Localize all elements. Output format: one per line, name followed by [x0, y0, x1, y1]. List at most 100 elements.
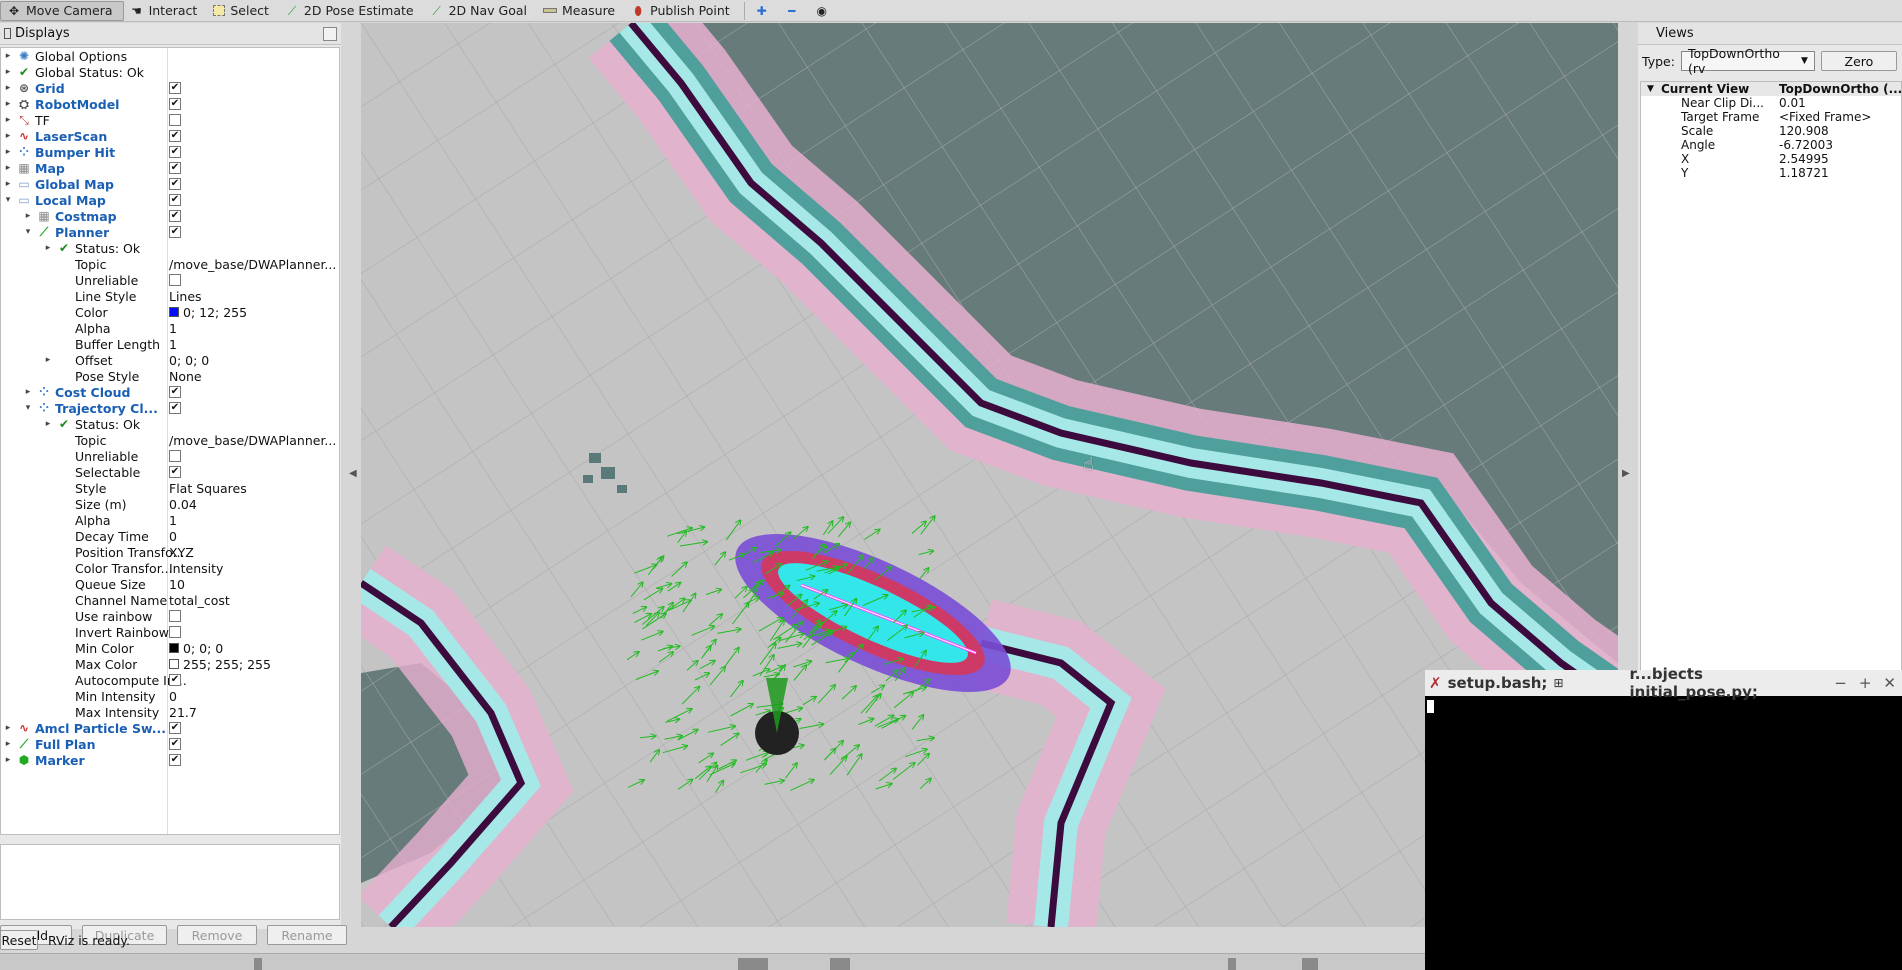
view-type-select[interactable]: TopDownOrtho (rv ▼ — [1680, 46, 1815, 76]
color-swatch[interactable] — [169, 307, 179, 317]
row-value[interactable]: 21.7 — [169, 705, 335, 720]
enable-checkbox[interactable]: ✔ — [169, 178, 181, 190]
enable-checkbox[interactable] — [169, 274, 181, 286]
expand-arrow-icon[interactable]: ▸ — [3, 83, 13, 93]
property-row[interactable]: Min Color 0; 0; 0 — [1, 640, 339, 656]
row-value[interactable]: ✔ — [169, 146, 335, 158]
row-value[interactable]: Lines — [169, 289, 335, 304]
expand-arrow-icon[interactable]: ▸ — [3, 131, 13, 141]
prop-value[interactable]: 2.54995 — [1779, 152, 1829, 166]
display-item[interactable]: ▸ ⬢ Marker ✔ — [1, 752, 339, 768]
left-splitter-arrow-icon[interactable]: ◀ — [349, 468, 357, 479]
view-prop-row[interactable]: Y 1.18721 — [1641, 166, 1901, 180]
enable-checkbox[interactable]: ✔ — [169, 82, 181, 94]
expand-arrow-icon[interactable]: ▸ — [3, 179, 13, 189]
move-camera-tool[interactable]: ✥ Move Camera — [0, 0, 124, 21]
row-value[interactable]: ✔ — [169, 674, 335, 686]
display-item[interactable]: ▸ ⛭ RobotModel ✔ — [1, 96, 339, 112]
view-menu-button[interactable]: ◉ — [809, 1, 839, 21]
row-value[interactable]: Intensity — [169, 561, 335, 576]
property-row[interactable]: ▸ ⤡ TF — [1, 112, 339, 128]
row-value[interactable]: Flat Squares — [169, 481, 335, 496]
property-row[interactable]: Max Color 255; 255; 255 — [1, 656, 339, 672]
expand-arrow-icon[interactable]: ▸ — [3, 51, 13, 61]
property-row[interactable]: Alpha 1 — [1, 320, 339, 336]
row-value[interactable]: ✔ — [169, 754, 335, 766]
prop-value[interactable]: <Fixed Frame> — [1779, 110, 1871, 124]
row-value[interactable]: XYZ — [169, 545, 335, 560]
row-value[interactable]: ✔ — [169, 82, 335, 94]
enable-checkbox[interactable]: ✔ — [169, 98, 181, 110]
property-row[interactable]: ▸ ✔ Status: Ok — [1, 416, 339, 432]
row-value[interactable]: ✔ — [169, 402, 335, 414]
enable-checkbox[interactable]: ✔ — [169, 162, 181, 174]
display-item[interactable]: ▸ ∿ Amcl Particle Sw... ✔ — [1, 720, 339, 736]
display-item[interactable]: ▸ ⁘ Bumper Hit ✔ — [1, 144, 339, 160]
row-value[interactable]: ✔ — [169, 130, 335, 142]
display-item[interactable]: ▸ ⁘ Cost Cloud ✔ — [1, 384, 339, 400]
view-prop-row[interactable]: X 2.54995 — [1641, 152, 1901, 166]
row-value[interactable]: ✔ — [169, 386, 335, 398]
remove-tool-button[interactable]: ━ — [779, 1, 809, 21]
enable-checkbox[interactable] — [169, 114, 181, 126]
row-value[interactable]: None — [169, 369, 335, 384]
property-row[interactable]: Min Intensity 0 — [1, 688, 339, 704]
property-row[interactable]: Color 0; 12; 255 — [1, 304, 339, 320]
enable-checkbox[interactable]: ✔ — [169, 210, 181, 222]
row-value[interactable]: ✔ — [169, 226, 335, 238]
terminal-title-bar[interactable]: ✗ setup.bash; ⊞ r...bjects initial_pose.… — [1425, 665, 1902, 701]
row-value[interactable]: ✔ — [169, 178, 335, 190]
property-row[interactable]: Unreliable — [1, 448, 339, 464]
prop-value[interactable]: 1.18721 — [1779, 166, 1829, 180]
property-row[interactable]: Unreliable — [1, 272, 339, 288]
expand-arrow-icon[interactable]: ▸ — [43, 243, 53, 253]
expand-arrow-icon[interactable]: ▸ — [3, 99, 13, 109]
property-row[interactable]: Color Transfor... Intensity — [1, 560, 339, 576]
row-value[interactable]: 1 — [169, 513, 335, 528]
view-prop-row[interactable]: Angle -6.72003 — [1641, 138, 1901, 152]
expand-arrow-icon[interactable]: ▸ — [3, 163, 13, 173]
right-splitter-arrow-icon[interactable]: ▶ — [1622, 468, 1630, 479]
current-view-row[interactable]: ▼ Current View TopDownOrtho (... — [1641, 82, 1902, 96]
enable-checkbox[interactable]: ✔ — [169, 386, 181, 398]
enable-checkbox[interactable]: ✔ — [169, 738, 181, 750]
view-prop-row[interactable]: Near Clip Di... 0.01 — [1641, 96, 1901, 110]
views-tree[interactable]: ▼ Current View TopDownOrtho (... Near Cl… — [1640, 81, 1902, 671]
measure-tool[interactable]: Measure — [537, 1, 625, 21]
collapse-arrow-icon[interactable]: ▾ — [23, 227, 33, 237]
enable-checkbox[interactable]: ✔ — [169, 146, 181, 158]
property-row[interactable]: Queue Size 10 — [1, 576, 339, 592]
publish-point-tool[interactable]: ⬮ Publish Point — [625, 1, 740, 21]
property-row[interactable]: Pose Style None — [1, 368, 339, 384]
display-item[interactable]: ▾ ⟋ Planner ✔ — [1, 224, 339, 240]
expand-arrow-icon[interactable]: ▸ — [43, 419, 53, 429]
prop-value[interactable]: 120.908 — [1779, 124, 1829, 138]
color-swatch[interactable] — [169, 659, 179, 669]
property-row[interactable]: Topic/move_base/DWAPlanner... — [1, 256, 339, 272]
display-item[interactable]: ▸ ⟋ Full Plan ✔ — [1, 736, 339, 752]
row-value[interactable]: ✔ — [169, 162, 335, 174]
nav-goal-tool[interactable]: ⟋ 2D Nav Goal — [424, 1, 537, 21]
row-value[interactable] — [169, 114, 335, 126]
terminal-window[interactable]: ✗ setup.bash; ⊞ r...bjects initial_pose.… — [1425, 665, 1902, 970]
row-value[interactable] — [169, 450, 335, 462]
property-row[interactable]: ▸ ✔ Global Status: Ok — [1, 64, 339, 80]
display-item[interactable]: ▾ ⁘ Trajectory Cl... ✔ — [1, 400, 339, 416]
maximize-icon[interactable]: + — [1859, 674, 1872, 692]
add-tool-button[interactable]: ✚ — [749, 1, 779, 21]
row-value[interactable]: /move_base/DWAPlanner... — [169, 433, 335, 448]
view-prop-row[interactable]: Target Frame <Fixed Frame> — [1641, 110, 1901, 124]
enable-checkbox[interactable] — [169, 626, 181, 638]
expand-arrow-icon[interactable]: ▸ — [3, 739, 13, 749]
property-row[interactable]: Style Flat Squares — [1, 480, 339, 496]
terminal-tab-setup[interactable]: setup.bash; — [1448, 674, 1548, 692]
row-value[interactable]: 0 — [169, 689, 335, 704]
display-item[interactable]: ▸ ⊛ Grid ✔ — [1, 80, 339, 96]
property-row[interactable]: Size (m) 0.04 — [1, 496, 339, 512]
property-row[interactable]: Selectable ✔ — [1, 464, 339, 480]
property-row[interactable]: ▸ ✺ Global Options — [1, 48, 339, 64]
row-value[interactable]: 255; 255; 255 — [169, 657, 335, 672]
expand-arrow-icon[interactable]: ▸ — [3, 723, 13, 733]
property-row[interactable]: Topic/move_base/DWAPlanner... — [1, 432, 339, 448]
row-value[interactable]: 1 — [169, 337, 335, 352]
